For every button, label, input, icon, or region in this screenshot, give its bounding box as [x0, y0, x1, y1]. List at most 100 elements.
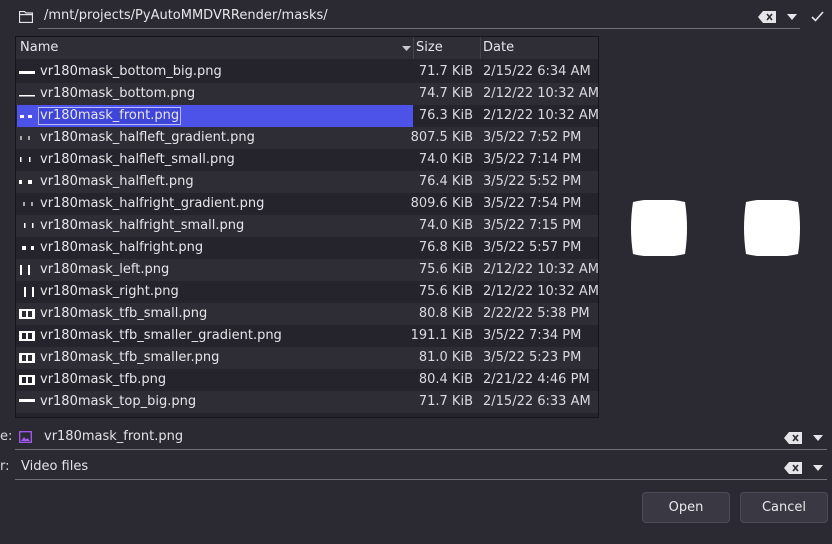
file-name: vr180mask_bottom_big.png — [40, 64, 222, 79]
file-size: 74.0 KiB — [418, 218, 473, 233]
mask-thumbnail-icon — [20, 115, 32, 118]
preview-mask-left-shape — [631, 200, 687, 256]
file-date: 2/22/22 5:38 PM — [483, 306, 590, 321]
file-date: 3/5/22 5:23 PM — [483, 350, 582, 365]
filter-clear-icon[interactable] — [784, 462, 802, 474]
file-date: 2/12/22 10:32 AM — [483, 108, 599, 123]
file-size: 809.6 KiB — [410, 196, 473, 211]
file-date: 3/5/22 5:57 PM — [483, 240, 582, 255]
mask-thumbnail-icon — [19, 353, 35, 363]
column-header-size[interactable]: Size — [416, 37, 443, 59]
file-name: vr180mask_tfb.png — [40, 372, 167, 387]
file-name: vr180mask_halfleft_gradient.png — [40, 130, 255, 145]
file-size: 807.5 KiB — [410, 130, 473, 145]
file-row[interactable]: vr180mask_top_big.png 71.7 KiB 2/15/22 6:3… — [16, 391, 598, 413]
filter-select[interactable]: Video files — [21, 459, 88, 474]
file-name-cell[interactable]: vr180mask_tfb_smaller.png — [17, 347, 413, 369]
open-button[interactable]: Open — [642, 492, 730, 523]
mask-thumbnail-icon — [19, 180, 32, 184]
file-name-cell[interactable]: vr180mask_left.png — [17, 259, 413, 281]
file-row[interactable]: vr180mask_halfleft_small.png 74.0 KiB 3/5/… — [16, 149, 598, 171]
file-size: 74.7 KiB — [418, 86, 473, 101]
mask-thumbnail-icon — [22, 246, 34, 250]
file-name-cell[interactable]: vr180mask_tfb.png — [17, 369, 413, 391]
file-date: 3/5/22 7:14 PM — [483, 152, 582, 167]
file-name-cell[interactable]: vr180mask_tfb_small.png — [17, 303, 413, 325]
chevron-down-icon[interactable] — [787, 14, 797, 20]
file-name: vr180mask_halfright_small.png — [40, 218, 245, 233]
file-name: vr180mask_halfleft.png — [40, 174, 194, 189]
file-row[interactable]: vr180mask_halfleft_gradient.png 807.5 KiB… — [16, 127, 598, 149]
file-name-cell[interactable]: vr180mask_halfright.png — [17, 237, 413, 259]
column-header-name[interactable]: Name — [20, 37, 58, 59]
file-name-clear-icon[interactable] — [784, 432, 802, 444]
file-row[interactable]: vr180mask_left.png 75.6 KiB 2/12/22 10:32 … — [16, 259, 599, 281]
mask-thumbnail-icon — [23, 202, 33, 206]
image-file-icon — [19, 431, 32, 443]
file-name-cell[interactable]: vr180mask_halfright_gradient.png — [17, 193, 413, 215]
file-row[interactable]: vr180mask_halfleft.png 76.4 KiB 3/5/22 5:5… — [16, 171, 598, 193]
file-name-cell[interactable]: vr180mask_right.png — [17, 281, 413, 303]
file-date: 3/5/22 7:34 PM — [483, 328, 582, 343]
file-row[interactable]: vr180mask_tfb_smaller_gradient.png 191.1 … — [16, 325, 598, 347]
file-row[interactable]: vr180mask_bottom_big.png 71.7 KiB 2/15/22 … — [16, 61, 598, 83]
preview-mask-right-shape — [744, 200, 800, 256]
file-name: vr180mask_tfb_smaller_gradient.png — [40, 328, 282, 343]
file-name-cell[interactable]: vr180mask_top_big.png — [17, 391, 413, 413]
folder-icon — [19, 11, 33, 23]
file-date: 3/5/22 7:52 PM — [483, 130, 582, 145]
file-row[interactable]: vr180mask_tfb.png 80.4 KiB 2/21/22 4:46 PM — [16, 369, 598, 391]
file-row[interactable]: vr180mask_halfright_gradient.png 809.6 Ki… — [16, 193, 598, 215]
file-name-cell[interactable]: vr180mask_halfright_small.png — [17, 215, 413, 237]
file-name-cell[interactable]: vr180mask_tfb_smaller_gradient.png — [17, 325, 413, 347]
sort-descending-icon[interactable] — [402, 46, 411, 51]
path-input-underline — [38, 28, 800, 29]
path-input[interactable]: /mnt/projects/PyAutoMMDVRRender/masks/ — [44, 8, 328, 23]
file-date: 2/21/22 4:46 PM — [483, 372, 590, 387]
file-row[interactable]: vr180mask_right.png 75.6 KiB 2/12/22 10:32… — [16, 281, 599, 303]
file-size: 76.3 KiB — [418, 108, 473, 123]
mask-thumbnail-icon — [19, 331, 35, 341]
file-name-input[interactable]: vr180mask_front.png — [44, 429, 183, 444]
file-name-cell[interactable]: vr180mask_bottom_big.png — [17, 61, 413, 83]
file-size: 76.8 KiB — [418, 240, 473, 255]
file-row[interactable]: vr180mask_tfb_small.png 80.8 KiB 2/22/22 5… — [16, 303, 598, 325]
file-name-cell[interactable]: vr180mask_halfleft_gradient.png — [17, 127, 413, 149]
file-date: 2/15/22 6:34 AM — [483, 64, 591, 79]
file-name: vr180mask_tfb_small.png — [40, 306, 208, 321]
file-row[interactable]: vr180mask_halfright.png 76.8 KiB 3/5/22 5:… — [16, 237, 598, 259]
file-name: vr180mask_halfright_gradient.png — [40, 196, 265, 211]
cancel-button[interactable]: Cancel — [740, 492, 828, 523]
file-name-cell[interactable]: vr180mask_front.png — [17, 105, 413, 127]
column-header-date[interactable]: Date — [483, 37, 514, 59]
file-size: 74.0 KiB — [418, 152, 473, 167]
file-date: 2/15/22 6:33 AM — [483, 394, 591, 409]
file-row[interactable]: vr180mask_front.png 76.3 KiB 2/12/22 10:32… — [16, 105, 599, 127]
file-name: vr180mask_left.png — [40, 262, 170, 277]
file-row[interactable]: vr180mask_bottom.png 74.7 KiB 2/12/22 10:3… — [16, 83, 599, 105]
column-separator[interactable] — [413, 37, 414, 59]
checkmark-icon[interactable] — [811, 11, 824, 22]
file-size: 76.4 KiB — [418, 174, 473, 189]
file-row[interactable]: vr180mask_tfb_smaller.png 81.0 KiB 3/5/22 … — [16, 347, 598, 369]
column-separator[interactable] — [480, 37, 481, 59]
file-name: vr180mask_top_big.png — [40, 394, 197, 409]
file-row[interactable]: vr180mask_halfright_small.png 74.0 KiB 3/5… — [16, 215, 598, 237]
file-name-cell[interactable]: vr180mask_bottom.png — [17, 83, 413, 105]
file-size: 75.6 KiB — [418, 284, 473, 299]
file-size: 80.4 KiB — [418, 372, 473, 387]
filter-chevron-down-icon[interactable] — [813, 465, 823, 471]
backspace-clear-icon[interactable] — [758, 11, 776, 23]
file-size: 80.8 KiB — [418, 306, 473, 321]
file-name: vr180mask_front.png — [38, 107, 182, 125]
file-size: 71.7 KiB — [418, 394, 473, 409]
file-name-cell[interactable]: vr180mask_halfleft_small.png — [17, 149, 413, 171]
filter-underline — [15, 479, 827, 480]
file-name-underline — [15, 449, 827, 450]
file-date: 2/12/22 10:32 AM — [483, 86, 599, 101]
file-list[interactable]: Name Size Date vr180mask_bottom_big.png 7… — [15, 36, 599, 418]
list-header: Name Size Date — [16, 37, 598, 59]
mask-thumbnail-icon — [19, 309, 35, 319]
file-name-chevron-down-icon[interactable] — [813, 435, 823, 441]
file-name-cell[interactable]: vr180mask_halfleft.png — [17, 171, 413, 193]
